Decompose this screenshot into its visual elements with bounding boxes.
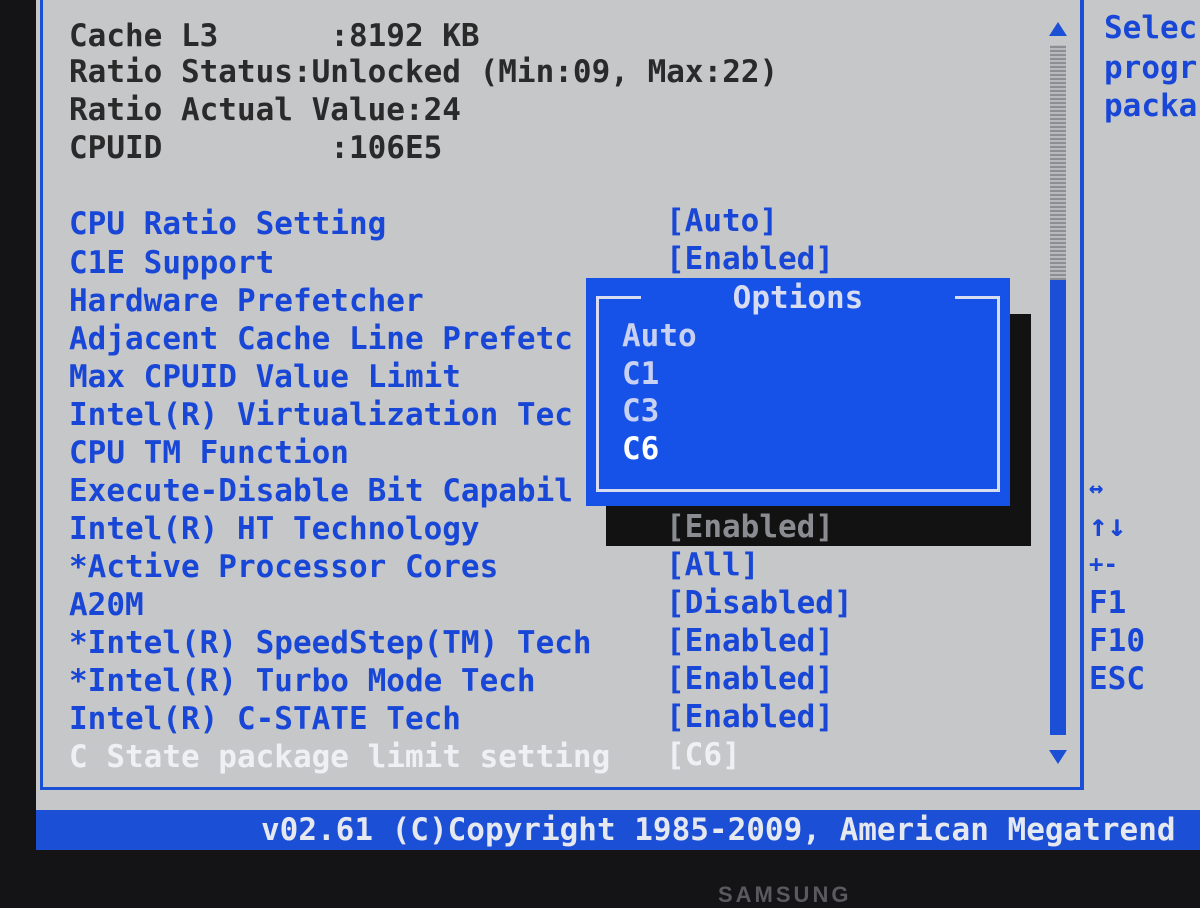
bios-screen: Cache L3 :8192 KB Ratio Status:Unlocked … [36,0,1200,850]
ratio-actual-info: Ratio Actual Value:24 [69,92,461,128]
option-c3[interactable]: C3 [622,393,659,429]
plus-minus-key: +- [1089,550,1118,578]
f1-key: F1 [1089,585,1127,621]
scrollbar-thumb[interactable] [1050,280,1066,735]
setting-cpu-tm[interactable]: CPU TM Function [69,435,349,471]
value-speedstep[interactable]: [Enabled] [666,623,834,659]
setting-c-state[interactable]: Intel(R) C-STATE Tech [69,701,461,737]
option-auto[interactable]: Auto [622,318,697,354]
setting-execute-disable[interactable]: Execute-Disable Bit Capabil [69,473,573,509]
monitor-brand-logo: SAMSUNG [718,882,852,907]
setting-adjacent-cache[interactable]: Adjacent Cache Line Prefetc [69,321,573,357]
setting-cpu-ratio[interactable]: CPU Ratio Setting [69,206,386,242]
footer-bar: v02.61 (C)Copyright 1985-2009, American … [36,810,1200,850]
setting-hardware-prefetcher[interactable]: Hardware Prefetcher [69,283,424,319]
popup-title: Options [732,280,864,316]
setting-virtualization[interactable]: Intel(R) Virtualization Tec [69,397,573,433]
value-c-state[interactable]: [Enabled] [666,699,834,735]
value-c1e-support[interactable]: [Enabled] [666,241,834,277]
value-active-cores[interactable]: [All] [666,547,759,583]
value-turbo-mode[interactable]: [Enabled] [666,661,834,697]
setting-a20m[interactable]: A20M [69,587,144,623]
ratio-status-info: Ratio Status:Unlocked (Min:09, Max:22) [69,54,779,90]
esc-key: ESC [1089,661,1145,697]
scroll-up-arrow-icon[interactable] [1049,22,1067,36]
setting-speedstep[interactable]: *Intel(R) SpeedStep(TM) Tech [69,625,592,661]
value-a20m[interactable]: [Disabled] [666,585,853,621]
setting-active-cores[interactable]: *Active Processor Cores [69,549,498,585]
help-line: packa [1104,88,1198,124]
option-c6[interactable]: C6 [622,431,659,467]
setting-max-cpuid[interactable]: Max CPUID Value Limit [69,359,461,395]
setting-c1e-support[interactable]: C1E Support [69,245,274,281]
value-c-state-package-limit[interactable]: [C6] [666,737,741,773]
scrollbar-track[interactable] [1050,45,1066,280]
cache-l3-info: Cache L3 :8192 KB [69,18,480,54]
left-right-arrows-icon: ↔ [1089,474,1104,502]
value-ht-technology[interactable]: [Enabled] [666,509,834,545]
up-down-arrows-icon: ↑↓ [1089,508,1127,544]
value-cpu-ratio[interactable]: [Auto] [666,203,778,239]
option-c1[interactable]: C1 [622,356,659,392]
setting-turbo-mode[interactable]: *Intel(R) Turbo Mode Tech [69,663,536,699]
setting-ht-technology[interactable]: Intel(R) HT Technology [69,511,480,547]
scroll-down-arrow-icon[interactable] [1049,750,1067,764]
cpuid-info: CPUID :106E5 [69,130,443,166]
copyright-text: v02.61 (C)Copyright 1985-2009, American … [261,812,1176,848]
options-popup: Options Auto C1 C3 C6 [586,278,1010,506]
setting-c-state-package-limit[interactable]: C State package limit setting [69,739,610,775]
f10-key: F10 [1089,623,1145,659]
help-line: progr [1104,50,1198,86]
help-line: Selec [1104,10,1198,46]
